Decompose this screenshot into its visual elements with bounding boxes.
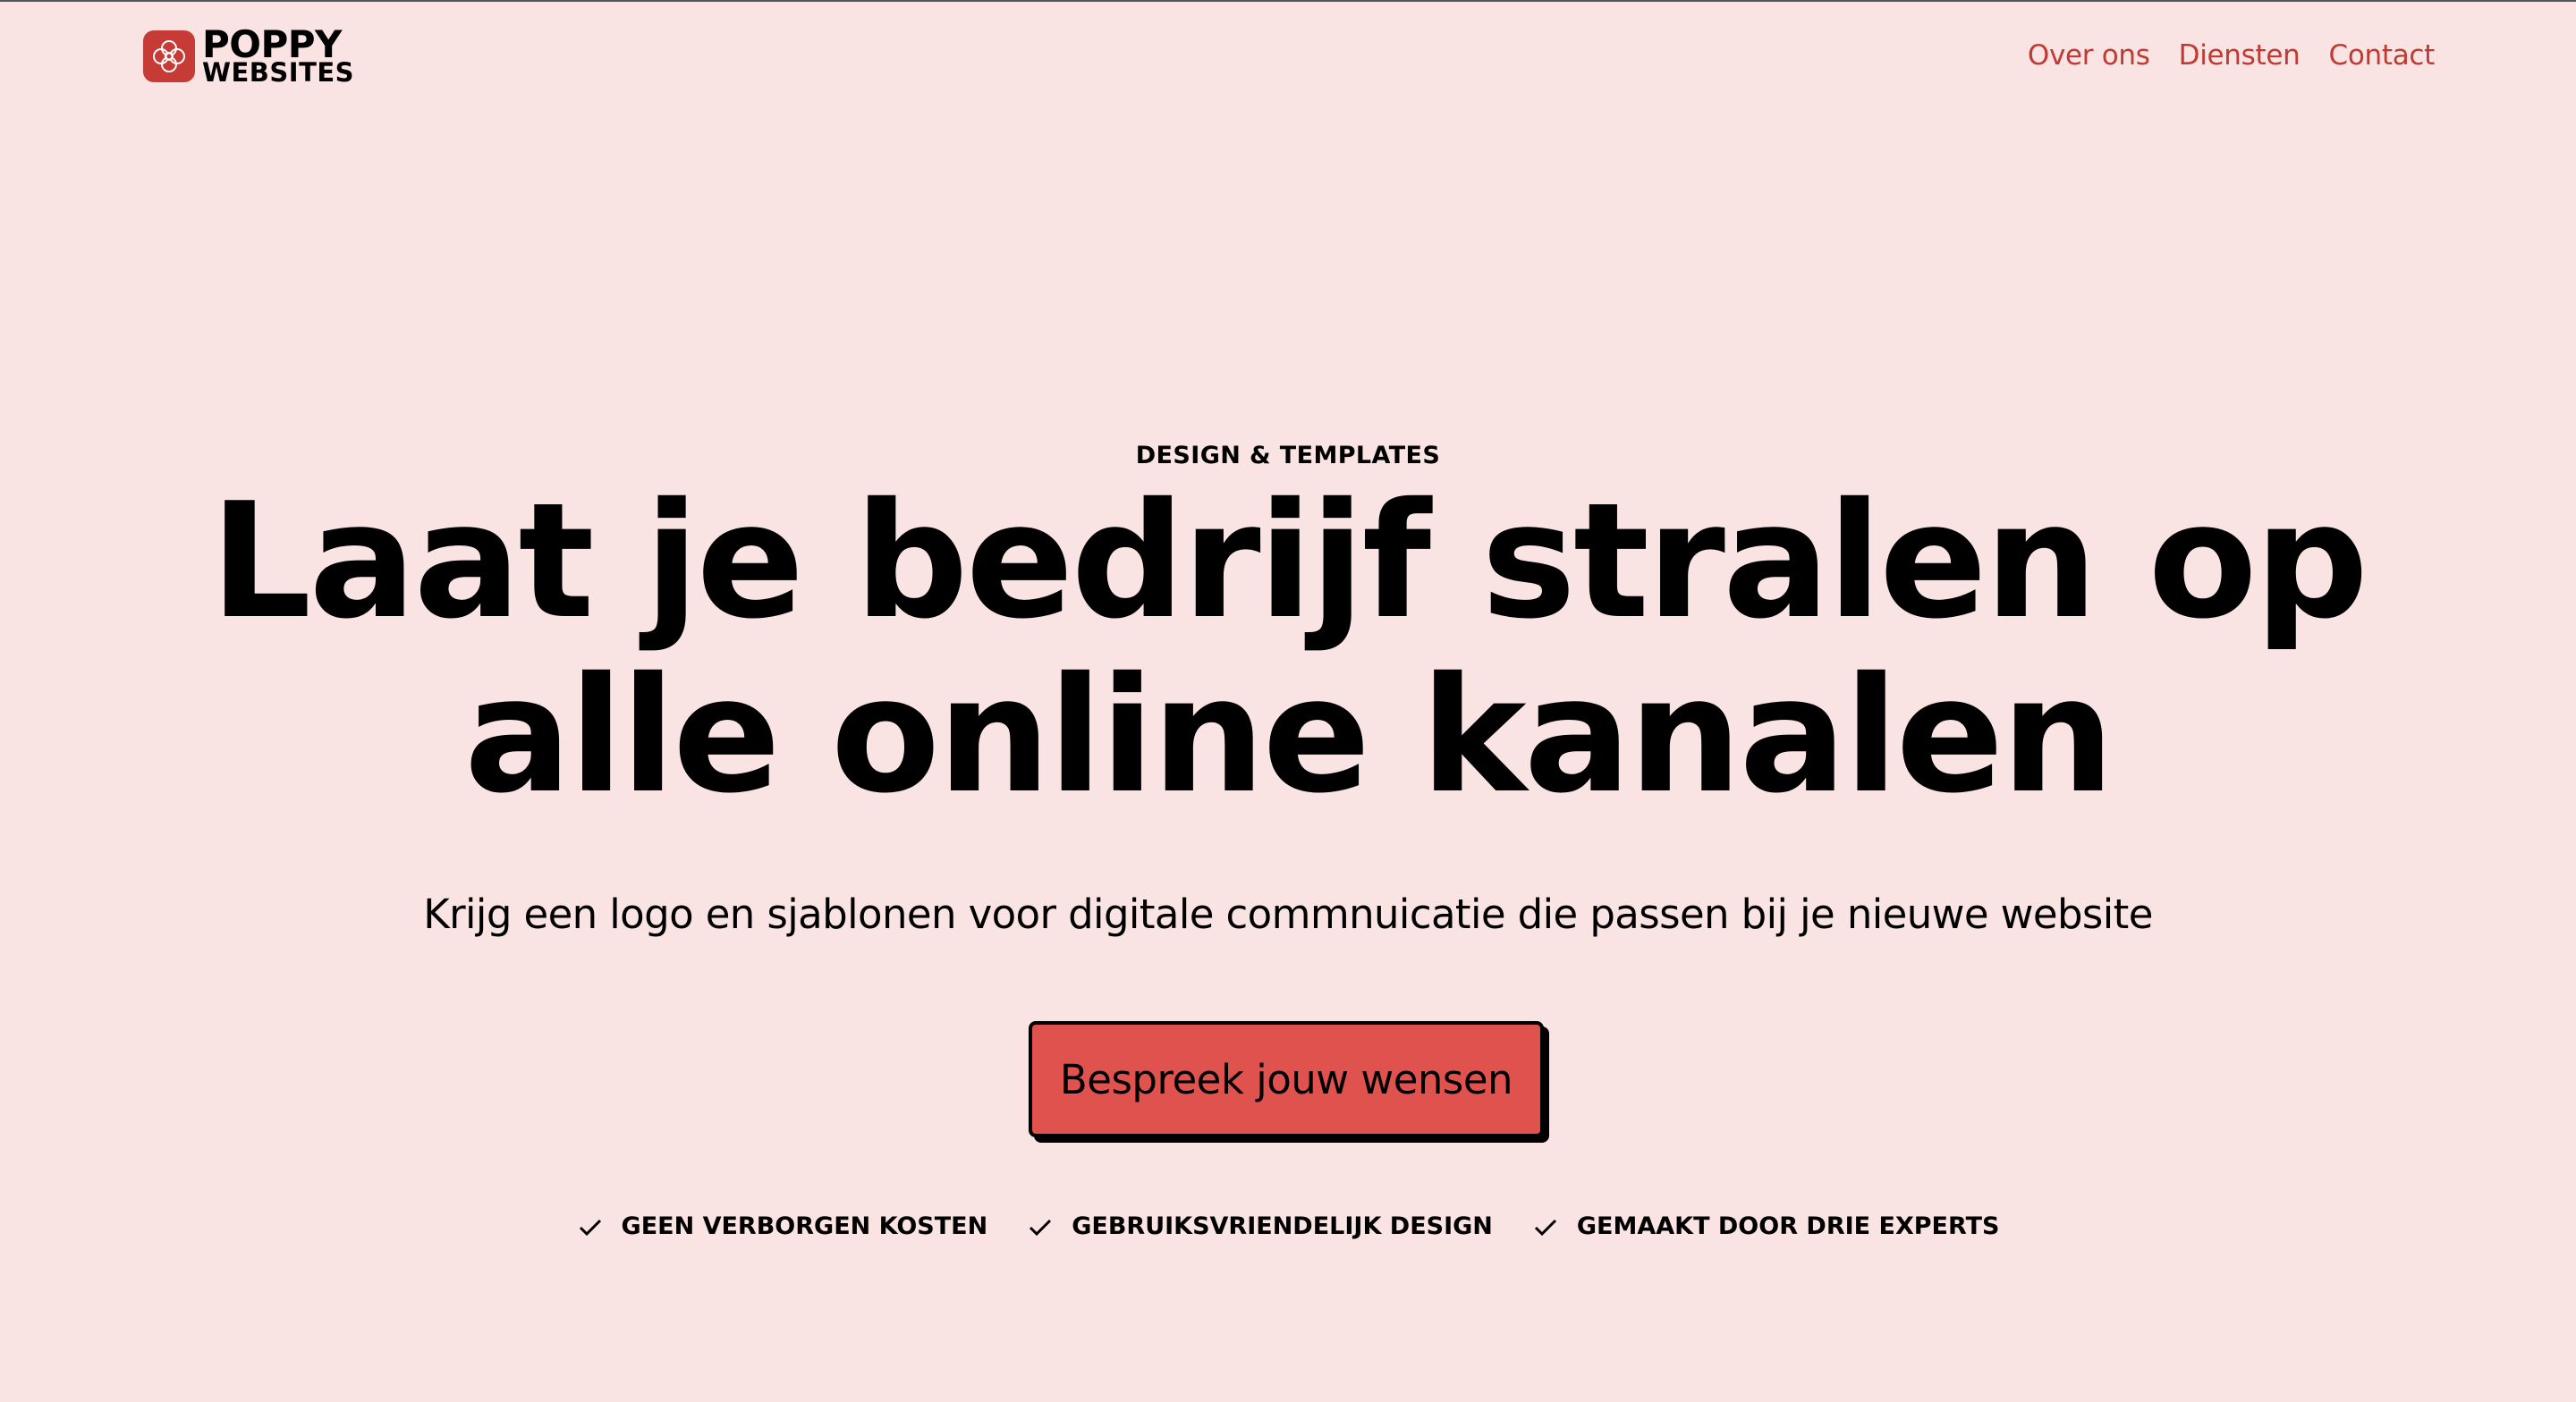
feature-item: GEMAAKT DOOR DRIE EXPERTS	[1532, 1212, 2000, 1240]
hero-subtitle: Krijg een logo en sjablonen voor digital…	[423, 891, 2153, 938]
bespreek-wensen-button[interactable]: Bespreek jouw wensen	[1029, 1021, 1544, 1137]
nav-link-contact[interactable]: Contact	[2328, 39, 2435, 72]
headline-line-1: Laat je bedrijf stralen op	[209, 469, 2368, 654]
feature-label: GEMAAKT DOOR DRIE EXPERTS	[1576, 1212, 2000, 1240]
nav-link-over-ons[interactable]: Over ons	[2028, 39, 2150, 72]
feature-label: GEEN VERBORGEN KOSTEN	[621, 1212, 988, 1240]
check-icon	[1030, 1219, 1052, 1236]
logo-wordmark: POPPY WEBSITES	[202, 26, 355, 88]
nav-link-diensten[interactable]: Diensten	[2179, 39, 2301, 72]
check-icon	[579, 1219, 601, 1236]
feature-item: GEEN VERBORGEN KOSTEN	[577, 1212, 988, 1240]
feature-item: GEBRUIKSVRIENDELIJK DESIGN	[1027, 1212, 1493, 1240]
hero-eyebrow: DESIGN & TEMPLATES	[1135, 442, 1441, 469]
main-nav: Over ons Diensten Contact	[2028, 39, 2435, 72]
poppy-flower-icon	[143, 30, 195, 83]
hero-headline: Laat je bedrijf stralen op alle online k…	[0, 474, 2576, 823]
feature-label: GEBRUIKSVRIENDELIJK DESIGN	[1072, 1212, 1493, 1240]
site-logo[interactable]: POPPY WEBSITES	[143, 26, 355, 88]
feature-list: GEEN VERBORGEN KOSTEN GEBRUIKSVRIENDELIJ…	[0, 1212, 2576, 1240]
logo-line-websites: WEBSITES	[202, 56, 355, 88]
check-icon	[1534, 1219, 1556, 1236]
site-header: POPPY WEBSITES Over ons Diensten Contact	[0, 0, 2576, 116]
headline-line-2: alle online kanalen	[463, 643, 2114, 828]
